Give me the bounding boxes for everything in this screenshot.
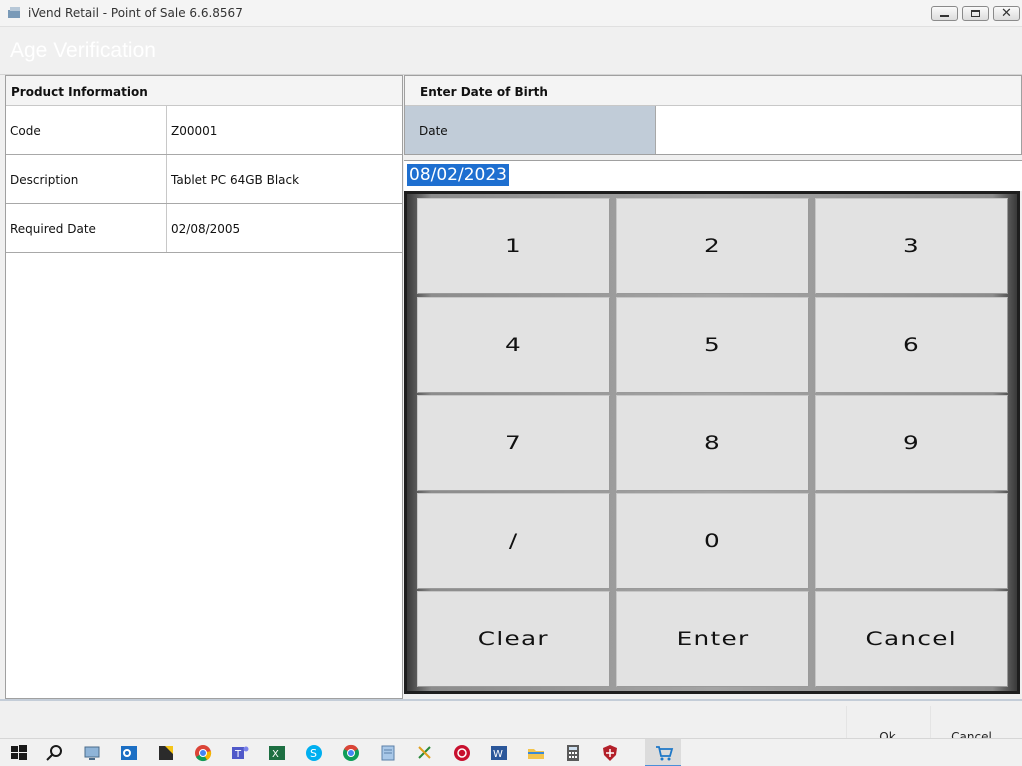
key-2[interactable]: 2 [616,198,809,294]
maximize-button[interactable] [962,6,989,21]
info-value: Z00001 [166,106,402,154]
info-label: Description [10,173,79,187]
info-row-description: Description Tablet PC 64GB Black [6,155,402,204]
minimize-button[interactable] [931,6,958,21]
app-red-icon[interactable] [452,743,472,763]
svg-text:T: T [234,749,242,760]
calculator-icon[interactable] [563,743,583,763]
teams-icon[interactable]: T [230,743,250,763]
dialog-title: Age Verification [10,39,156,62]
product-information-panel: Product Information Code Z00001 Descript… [5,75,403,699]
date-value-cell [655,106,1021,154]
excel-icon[interactable]: X [267,743,287,763]
computer-icon[interactable] [82,743,102,763]
notepad-icon[interactable] [378,743,398,763]
key-label: 1 [504,235,523,257]
key-label: Enter [676,628,749,650]
key-label: 4 [504,334,523,356]
search-icon[interactable] [45,743,65,763]
key-0[interactable]: 0 [616,493,809,589]
key-label: 3 [902,235,921,257]
cancel-button[interactable]: Cancel [930,706,1012,740]
date-of-birth-header: Enter Date of Birth [405,76,1021,106]
key-6[interactable]: 6 [815,297,1008,393]
key-slash[interactable]: / [417,493,610,589]
key-cancel[interactable]: Cancel [815,591,1008,687]
shield-app-icon[interactable] [600,743,620,763]
maximize-icon [971,10,980,17]
key-label: 6 [902,334,921,356]
outlook-icon[interactable] [119,743,139,763]
key-blank[interactable] [815,493,1008,589]
key-3[interactable]: 3 [815,198,1008,294]
windows-taskbar: T X S W [0,738,1022,766]
sticky-notes-icon[interactable] [156,743,176,763]
dialog-header: Age Verification [0,27,1022,75]
windows-start-icon[interactable] [9,743,29,763]
dialog-button-bar: Ok Cancel [0,699,1022,740]
chrome-icon[interactable] [193,743,213,763]
key-8[interactable]: 8 [616,395,809,491]
key-label: 0 [703,530,722,552]
ok-button[interactable]: Ok [846,706,928,740]
info-row-required-date: Required Date 02/08/2005 [6,204,402,253]
date-row: Date [405,106,1021,154]
svg-text:X: X [272,749,279,760]
svg-text:W: W [493,749,503,760]
key-label: 7 [504,432,523,454]
key-1[interactable]: 1 [417,198,610,294]
window-titlebar: iVend Retail - Point of Sale 6.6.8567 ✕ [0,0,1022,27]
word-icon[interactable]: W [489,743,509,763]
date-input-value[interactable]: 08/02/2023 [407,164,509,186]
date-input-field[interactable]: 08/02/2023 [404,160,1022,191]
window-title: iVend Retail - Point of Sale 6.6.8567 [28,6,243,20]
key-9[interactable]: 9 [815,395,1008,491]
product-information-header: Product Information [6,76,402,106]
key-label: Clear [477,628,550,650]
key-label: 9 [902,432,921,454]
date-of-birth-panel: Enter Date of Birth Date [404,75,1022,155]
info-label: Code [10,124,41,138]
key-4[interactable]: 4 [417,297,610,393]
key-7[interactable]: 7 [417,395,610,491]
date-label: Date [405,106,655,154]
numeric-keypad: 1 2 3 4 5 6 7 8 9 / 0 Clear Enter Cancel [404,191,1020,694]
info-label: Required Date [10,222,96,236]
app-window: iVend Retail - Point of Sale 6.6.8567 ✕ … [0,0,1022,766]
info-row-code: Code Z00001 [6,106,402,155]
key-label: Cancel [865,628,958,650]
key-label: 8 [703,432,722,454]
key-label: 2 [703,235,722,257]
info-value: Tablet PC 64GB Black [166,155,402,203]
ivend-cart-icon[interactable] [654,743,674,763]
key-label: / [508,530,519,552]
key-clear[interactable]: Clear [417,591,610,687]
info-value: 02/08/2005 [166,204,402,252]
svg-text:S: S [310,747,317,760]
close-icon: ✕ [1001,6,1012,21]
snipping-tool-icon[interactable] [415,743,435,763]
key-enter[interactable]: Enter [616,591,809,687]
minimize-icon [940,15,949,17]
skype-icon[interactable]: S [304,743,324,763]
ivend-app-icon [8,7,20,18]
file-explorer-icon[interactable] [526,743,546,763]
close-button[interactable]: ✕ [993,6,1020,21]
key-label: 5 [703,334,722,356]
key-5[interactable]: 5 [616,297,809,393]
chrome-alt-icon[interactable] [341,743,361,763]
